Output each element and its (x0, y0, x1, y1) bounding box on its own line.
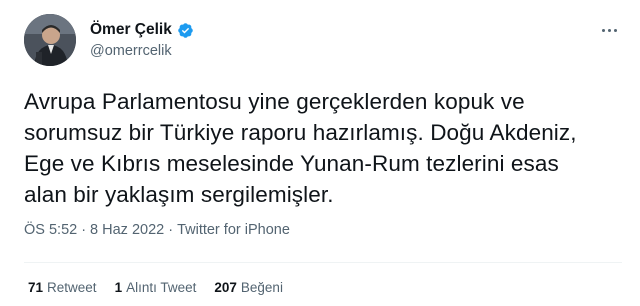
tweet-text-line: Avrupa Parlamentosu yine gerçeklerden ko… (24, 89, 525, 114)
more-dot (601, 28, 605, 32)
author-name[interactable]: Ömer Çelik (90, 21, 172, 39)
retweet-stat[interactable]: 71 Retweet (28, 280, 97, 295)
like-label: Beğeni (240, 280, 283, 295)
tweet-date[interactable]: 8 Haz 2022 (90, 222, 164, 238)
meta-separator: · (81, 222, 87, 238)
divider (24, 262, 622, 263)
avatar-image (24, 14, 76, 66)
tweet-text-line: sorumsuz bir Türkiye raporu hazırlamış. … (24, 120, 577, 145)
avatar[interactable] (24, 14, 76, 66)
author-handle[interactable]: @omerrcelik (90, 43, 194, 59)
more-dot (613, 28, 617, 32)
tweet-meta: ÖS 5:52 · 8 Haz 2022 · Twitter for iPhon… (24, 222, 290, 238)
tweet-text: Avrupa Parlamentosu yine gerçeklerden ko… (24, 86, 624, 210)
more-dot (607, 28, 611, 32)
tweet-card: Ömer Çelik @omerrcelik Avrupa Parlamento… (0, 0, 640, 306)
meta-separator: · (168, 222, 174, 238)
like-count: 207 (214, 280, 237, 295)
tweet-text-line: Ege ve Kıbrıs meselesinde Yunan-Rum tezl… (24, 151, 559, 176)
retweet-count: 71 (28, 280, 44, 295)
author-identity: Ömer Çelik @omerrcelik (90, 20, 194, 59)
tweet-source[interactable]: Twitter for iPhone (177, 222, 290, 238)
name-row: Ömer Çelik (90, 20, 194, 40)
verified-badge-icon (177, 22, 194, 39)
tweet-stats: 71 Retweet 1 Alıntı Tweet 207 Beğeni (28, 280, 283, 295)
quote-count: 1 (114, 280, 123, 295)
tweet-header: Ömer Çelik @omerrcelik (24, 14, 622, 66)
quote-stat[interactable]: 1 Alıntı Tweet (115, 280, 197, 295)
tweet-time[interactable]: ÖS 5:52 (24, 222, 77, 238)
quote-label: Alıntı Tweet (126, 280, 197, 295)
retweet-label: Retweet (47, 280, 97, 295)
tweet-text-line: alan bir yaklaşım sergilemişler. (24, 182, 334, 207)
like-stat[interactable]: 207 Beğeni (214, 280, 283, 295)
more-options-icon[interactable] (596, 20, 622, 40)
